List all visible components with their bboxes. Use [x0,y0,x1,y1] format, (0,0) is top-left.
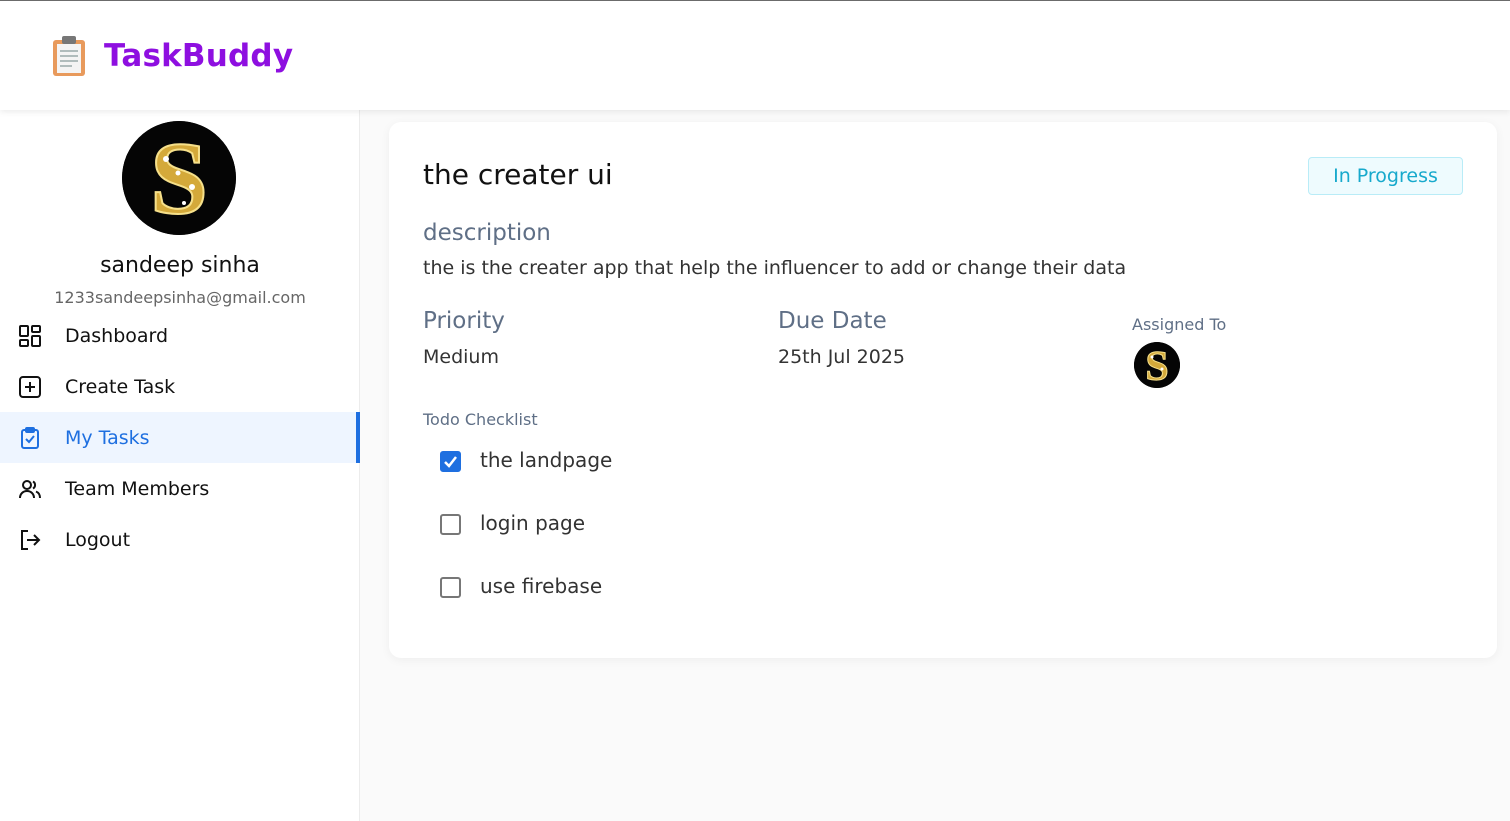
checklist-item-text: login page [480,511,586,535]
sidebar-item-label: My Tasks [65,426,150,449]
sidebar: S sandeep sinha 1233sandeepsinha@gmail.c… [0,110,360,821]
svg-text:S: S [150,121,208,235]
checklist-item[interactable]: login page [440,511,612,574]
sidebar-item-label: Create Task [65,375,176,398]
checklist-item-text: the landpage [480,448,613,472]
task-title: the creater ui [423,158,613,191]
task-detail-card: the creater ui In Progress description t… [389,122,1497,658]
checkbox-checked[interactable] [440,451,461,472]
checklist-item-text: use firebase [480,574,603,598]
svg-text:S: S [1145,344,1168,388]
todo-checklist: the landpage login page use firebase [440,448,612,637]
sidebar-item-label: Dashboard [65,324,169,347]
sidebar-item-dashboard[interactable]: Dashboard [0,310,360,361]
user-email: 1233sandeepsinha@gmail.com [54,288,306,307]
clipboard-check-icon [18,426,42,450]
description-text: the is the creater app that help the inf… [423,257,1127,279]
checklist-item[interactable]: use firebase [440,574,612,637]
priority-value: Medium [423,346,499,368]
main-content: the creater ui In Progress description t… [360,110,1510,821]
sidebar-item-create-task[interactable]: Create Task [0,361,360,412]
dashboard-icon [18,324,42,348]
due-date-value: 25th Jul 2025 [778,346,906,368]
logout-icon [18,528,42,552]
user-name: sandeep sinha [100,253,260,278]
sidebar-item-logout[interactable]: Logout [0,514,360,565]
description-label: description [423,220,551,246]
brand-name[interactable]: TaskBuddy [104,38,293,74]
assignee-avatar[interactable]: S [1134,342,1180,388]
checkbox-unchecked[interactable] [440,514,461,535]
users-icon [18,477,42,501]
checklist-item[interactable]: the landpage [440,448,612,511]
assigned-to-label: Assigned To [1132,315,1227,334]
checkbox-unchecked[interactable] [440,577,461,598]
sidebar-item-label: Logout [65,528,131,551]
plus-square-icon [18,375,42,399]
sidebar-item-team-members[interactable]: Team Members [0,463,360,514]
due-date-label: Due Date [778,308,887,334]
todo-checklist-label: Todo Checklist [423,410,538,429]
sidebar-item-label: Team Members [65,477,210,500]
sidebar-item-my-tasks[interactable]: My Tasks [0,412,360,463]
user-avatar[interactable]: S [122,121,236,235]
sidebar-menu: Dashboard Create Task My Tasks Team Memb… [0,310,360,565]
top-bar: TaskBuddy [0,0,1510,110]
status-badge: In Progress [1308,157,1463,195]
priority-label: Priority [423,308,505,334]
clipboard-icon [50,34,88,78]
